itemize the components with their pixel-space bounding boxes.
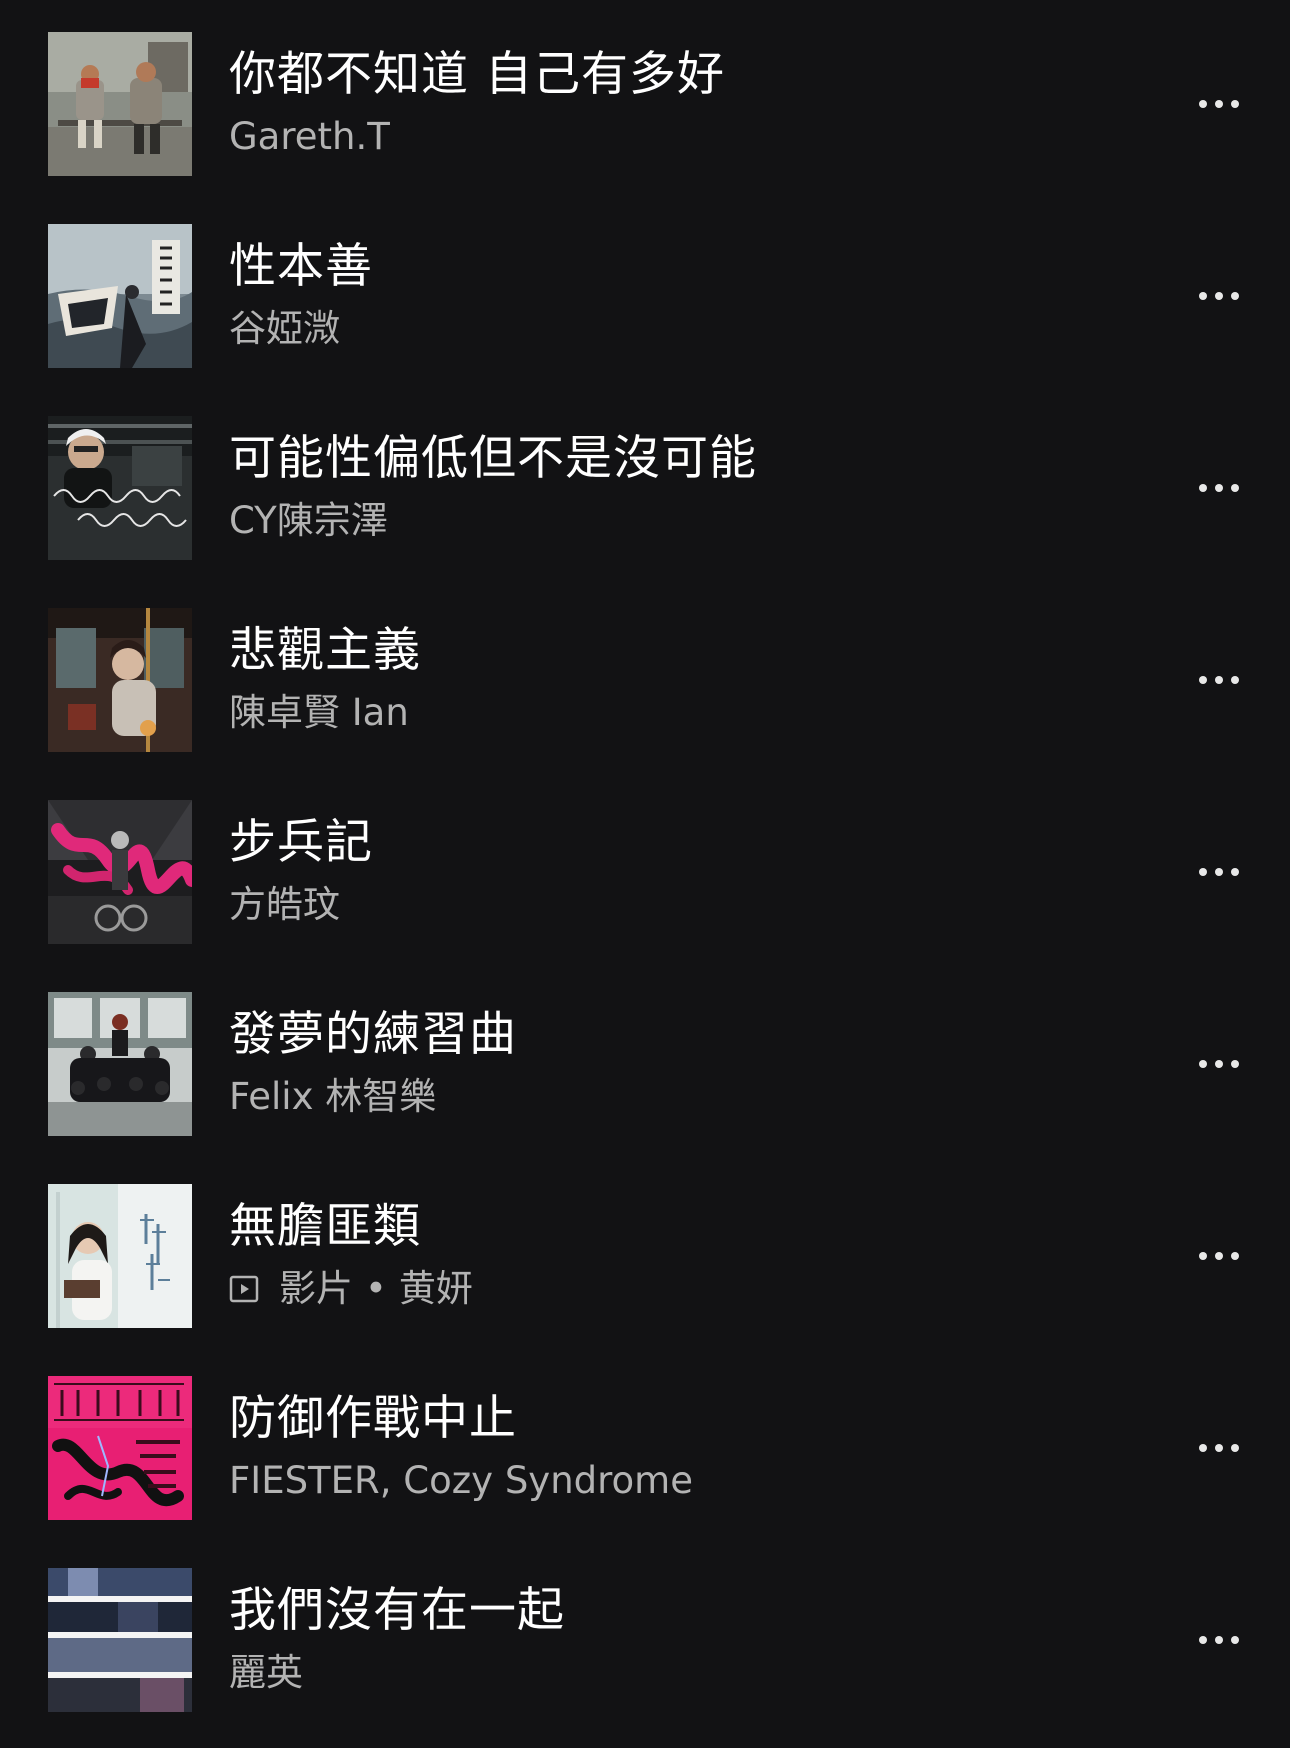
artist-name: Felix 林智樂 (229, 1075, 437, 1118)
track-row[interactable]: 步兵記 方皓玟 (0, 800, 1290, 980)
more-options-icon[interactable] (1184, 1620, 1254, 1660)
track-row[interactable]: 你都不知道 自己有多好 Gareth.T (0, 32, 1290, 212)
track-row[interactable]: 我們沒有在一起 麗英 (0, 1568, 1290, 1748)
album-cover-image (48, 224, 192, 368)
track-artist: CY陳宗澤 (229, 498, 388, 544)
track-title: 悲觀主義 (229, 623, 421, 678)
more-options-icon[interactable] (1184, 276, 1254, 316)
track-artist: 方皓玟 (229, 882, 340, 928)
artist-name: 陳卓賢 Ian (229, 691, 409, 734)
track-artist: 陳卓賢 Ian (229, 690, 409, 736)
video-icon (229, 1275, 259, 1303)
track-subtitle: 影片 • 黄妍 (229, 1266, 473, 1312)
more-options-icon[interactable] (1184, 660, 1254, 700)
track-title: 可能性偏低但不是沒可能 (229, 431, 757, 486)
artist-name: 方皓玟 (229, 883, 340, 926)
track-title: 發夢的練習曲 (229, 1007, 517, 1062)
artist-name: 谷婭溦 (229, 307, 340, 350)
more-options-icon[interactable] (1184, 468, 1254, 508)
track-title: 你都不知道 自己有多好 (229, 47, 725, 102)
track-title: 我們沒有在一起 (229, 1583, 565, 1638)
artist-name: 黄妍 (398, 1267, 473, 1310)
track-artist: Felix 林智樂 (229, 1074, 436, 1120)
album-cover-image (48, 800, 192, 944)
track-title: 步兵記 (229, 815, 373, 870)
artist-name: Gareth.T (229, 115, 390, 158)
track-row[interactable]: 發夢的練習曲 Felix 林智樂 (0, 992, 1290, 1172)
track-artist: FIESTER, Cozy Syndrome (229, 1458, 693, 1504)
track-row[interactable]: 性本善 谷婭溦 (0, 224, 1290, 404)
more-options-icon[interactable] (1184, 1236, 1254, 1276)
track-artist: Gareth.T (229, 114, 390, 160)
separator-dot: • (365, 1267, 387, 1310)
track-title: 無膽匪類 (229, 1199, 421, 1254)
artist-name: 麗英 (229, 1651, 303, 1694)
more-options-icon[interactable] (1184, 1044, 1254, 1084)
album-cover-image (48, 1184, 192, 1328)
album-cover-image (48, 1376, 192, 1520)
track-title: 防御作戰中止 (229, 1391, 517, 1446)
album-cover-image (48, 608, 192, 752)
track-row[interactable]: 可能性偏低但不是沒可能 CY陳宗澤 (0, 416, 1290, 596)
track-title: 性本善 (229, 239, 373, 294)
more-options-icon[interactable] (1184, 852, 1254, 892)
album-cover-image (48, 1568, 192, 1712)
track-row[interactable]: 無膽匪類 影片 • 黄妍 (0, 1184, 1290, 1364)
album-cover-image (48, 416, 192, 560)
artist-name: FIESTER, Cozy Syndrome (229, 1459, 693, 1502)
more-options-icon[interactable] (1184, 1428, 1254, 1468)
track-row[interactable]: 防御作戰中止 FIESTER, Cozy Syndrome (0, 1376, 1290, 1556)
album-cover-image (48, 992, 192, 1136)
video-label: 影片 (279, 1267, 353, 1310)
album-cover-image (48, 32, 192, 176)
more-options-icon[interactable] (1184, 84, 1254, 124)
track-row[interactable]: 悲觀主義 陳卓賢 Ian (0, 608, 1290, 788)
artist-name: CY陳宗澤 (229, 499, 388, 542)
track-artist: 麗英 (229, 1650, 303, 1696)
track-artist: 谷婭溦 (229, 306, 340, 352)
